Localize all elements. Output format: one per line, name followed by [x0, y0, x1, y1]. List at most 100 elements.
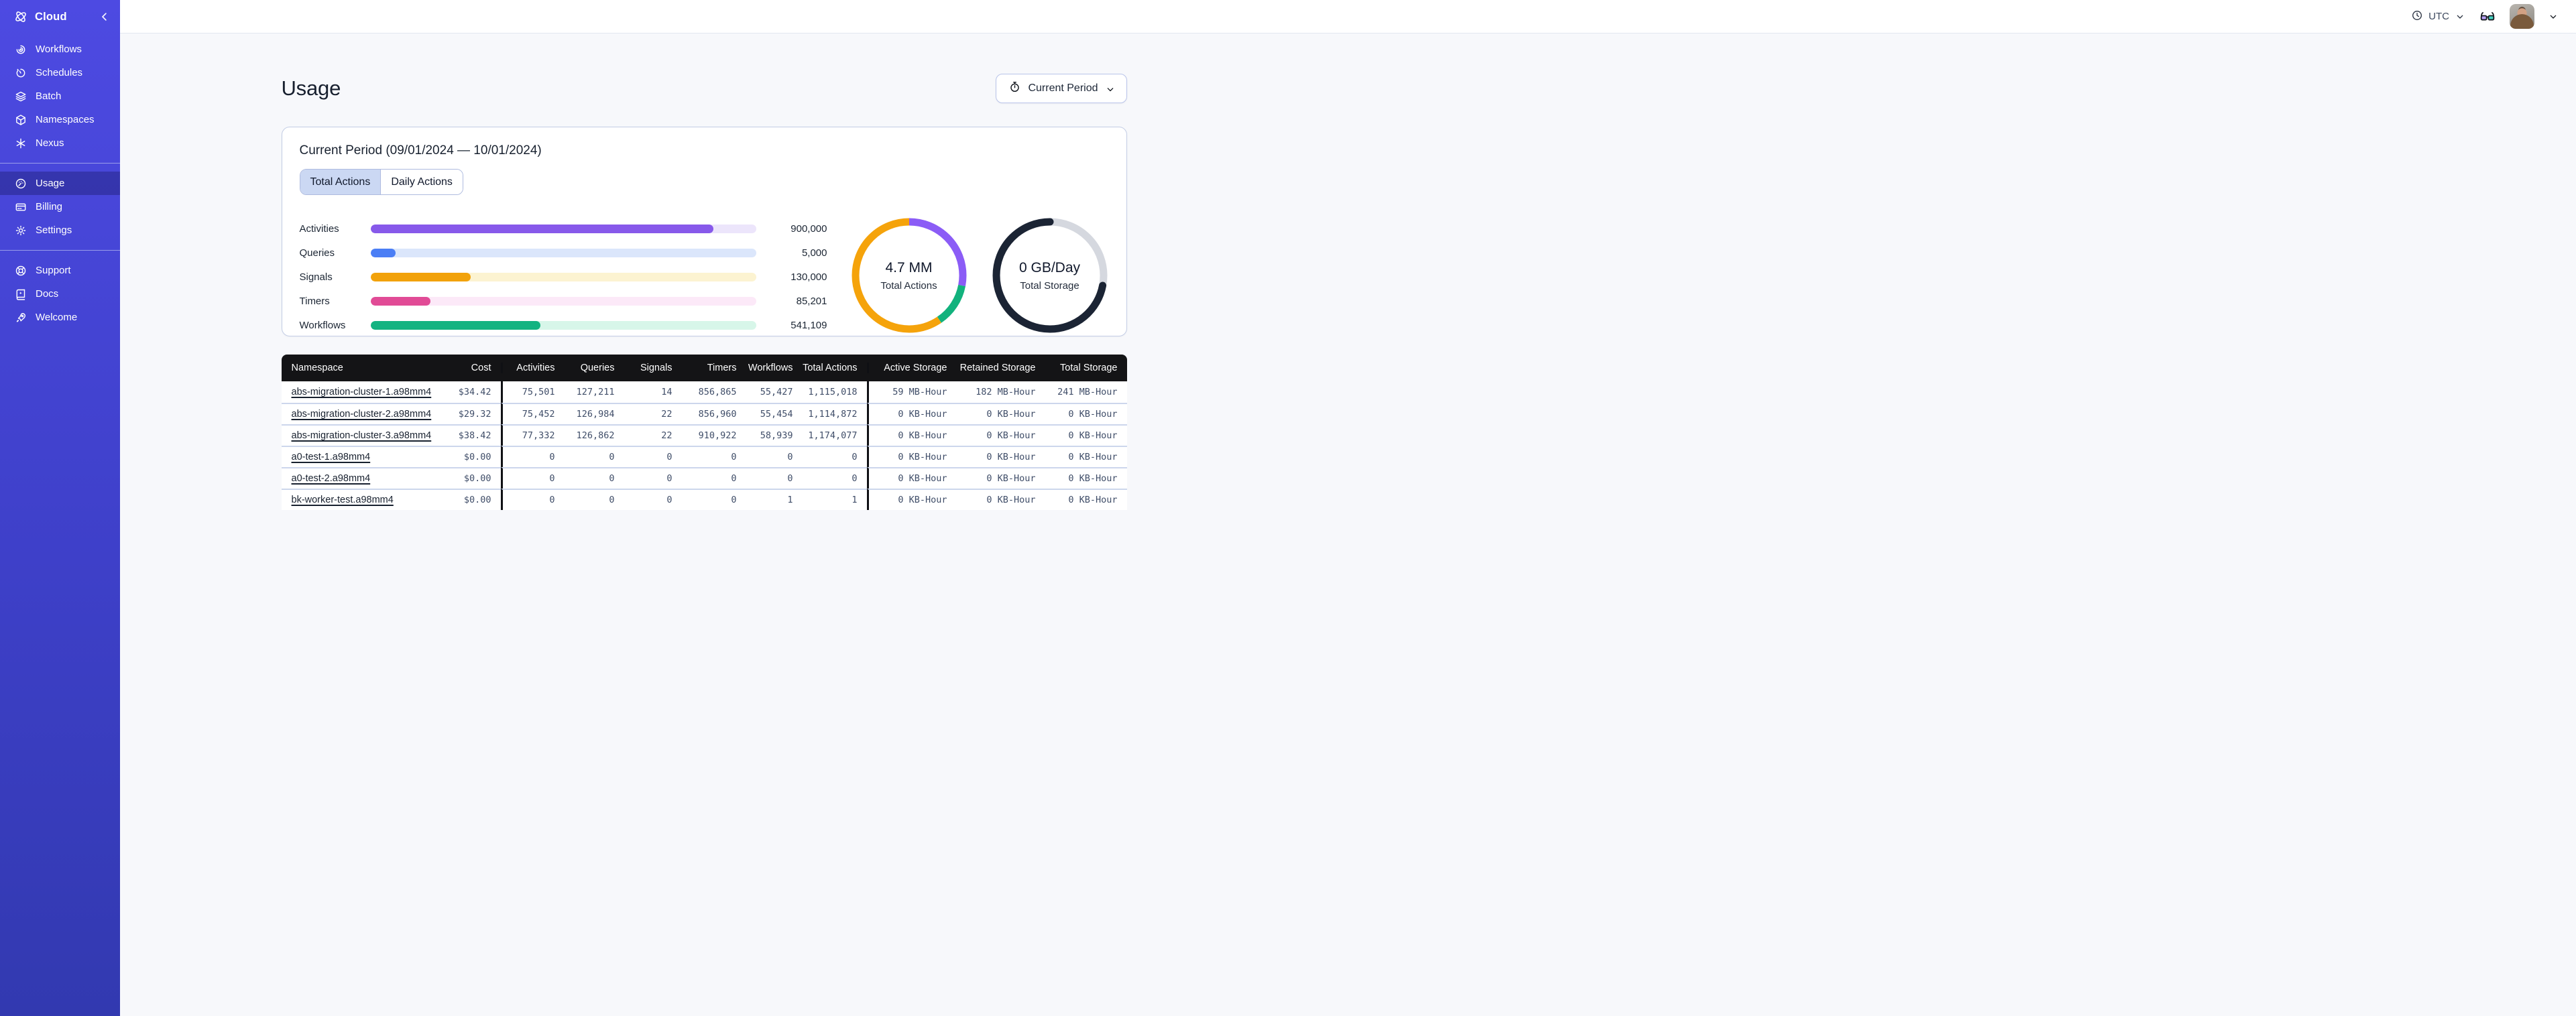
period-button-label: Current Period — [1028, 82, 1098, 94]
donut-title: 4.7 MM — [885, 259, 933, 275]
sidebar-item-label: Workflows — [36, 44, 82, 55]
table-cell: 0 KB-Hour — [1045, 489, 1127, 510]
tab-total-actions[interactable]: Total Actions — [300, 170, 382, 194]
welcome-icon — [14, 311, 27, 324]
table-cell: 0 — [500, 467, 565, 489]
namespace-link[interactable]: abs-migration-cluster-1.a98mm4 — [292, 387, 432, 397]
table-cell: 58,939 — [746, 424, 803, 446]
donut-title: 0 GB/Day — [1018, 259, 1081, 275]
namespace-link[interactable]: abs-migration-cluster-2.a98mm4 — [292, 409, 432, 420]
sidebar-item-batch[interactable]: Batch — [0, 84, 120, 108]
bar-track — [370, 297, 756, 306]
namespace-cell: abs-migration-cluster-3.a98mm4 — [281, 424, 449, 446]
table-cell: 0 KB-Hour — [956, 467, 1045, 489]
page-title: Usage — [281, 76, 341, 100]
column-header-timers: Timers — [707, 363, 737, 373]
sidebar-item-namespaces[interactable]: Namespaces — [0, 108, 120, 131]
table-row: a0-test-2.a98mm4 $0.00 0 0 0 0 0 0 0 KB-Hour 0 KB… — [281, 467, 1127, 489]
sidebar-item-billing[interactable]: Billing — [0, 195, 120, 218]
table-row: a0-test-1.a98mm4 $0.00 0 0 0 0 0 0 0 KB-Hour 0 KB… — [281, 446, 1127, 467]
user-avatar[interactable] — [2510, 4, 2534, 29]
namespaces-icon — [14, 113, 27, 127]
table-row: abs-migration-cluster-2.a98mm4 $29.32 75,4… — [281, 403, 1127, 424]
namespace-link[interactable]: a0-test-1.a98mm4 — [292, 452, 371, 462]
table-cell: 0 — [564, 467, 624, 489]
sidebar-item-settings[interactable]: Settings — [0, 218, 120, 242]
table-cell: 0 KB-Hour — [1045, 403, 1127, 424]
table-cell: 126,984 — [564, 403, 624, 424]
usage-icon — [14, 177, 27, 190]
bar-label: Signals — [299, 271, 333, 283]
namespace-link[interactable]: bk-worker-test.a98mm4 — [292, 495, 394, 505]
sidebar-item-label: Support — [36, 265, 71, 276]
table-row: abs-migration-cluster-1.a98mm4 $34.42 75,5… — [281, 381, 1127, 403]
bar-fill — [370, 249, 396, 257]
bar-fill — [370, 273, 471, 281]
table-cell: 1,114,872 — [802, 403, 867, 424]
sidebar-item-support[interactable]: Support — [0, 259, 120, 282]
timezone-selector[interactable]: UTC — [2411, 9, 2465, 24]
sidebar-item-label: Nexus — [36, 137, 64, 149]
sidebar-item-label: Docs — [36, 288, 59, 300]
namespace-link[interactable]: abs-migration-cluster-3.a98mm4 — [292, 430, 432, 441]
table-cell: 1 — [746, 489, 803, 510]
settings-icon — [14, 224, 27, 237]
nexus-icon — [14, 137, 27, 150]
schedules-icon — [14, 66, 27, 80]
bar-row-signals: Signals 130,000 — [300, 271, 827, 283]
tab-daily-actions[interactable]: Daily Actions — [381, 170, 463, 194]
bar-label: Queries — [299, 247, 335, 259]
sidebar-item-nexus[interactable]: Nexus — [0, 131, 120, 155]
column-header-cost: Cost — [471, 363, 491, 373]
temporal-logo-icon — [13, 9, 28, 24]
column-header-active-storage: Active Storage — [866, 363, 957, 373]
sidebar-item-usage[interactable]: Usage — [0, 172, 120, 195]
docs-icon — [14, 288, 27, 301]
table-cell: $0.00 — [449, 489, 501, 510]
table-cell: 0 — [624, 489, 682, 510]
table-cell: 0 — [802, 446, 867, 467]
sidebar-header: Cloud — [0, 0, 120, 34]
clock-icon — [2411, 9, 2423, 24]
glasses-icon[interactable] — [2479, 8, 2496, 25]
total-actions-donut: 4.7 MM Total Actions — [850, 216, 968, 334]
sidebar-item-docs[interactable]: Docs — [0, 282, 120, 306]
namespace-link[interactable]: a0-test-2.a98mm4 — [292, 473, 371, 484]
column-header-total-actions: Total Actions — [803, 363, 858, 373]
table-cell: $34.42 — [458, 387, 491, 397]
user-menu-chevron-icon[interactable] — [2548, 11, 2559, 22]
bar-fill — [370, 321, 540, 330]
actions-tab-group: Total Actions Daily Actions — [299, 169, 463, 195]
column-header-workflows: Workflows — [748, 363, 793, 373]
sidebar-item-schedules[interactable]: Schedules — [0, 61, 120, 84]
table-row: bk-worker-test.a98mm4 $0.00 0 0 0 0 1 1 0 KB-Hou… — [281, 489, 1127, 510]
bar-value: 541,109 — [791, 320, 827, 331]
bar-value: 130,000 — [791, 271, 827, 283]
bar-value: 900,000 — [791, 223, 827, 235]
bar-row-timers: Timers 85,201 — [300, 296, 827, 307]
table-cell: 0 — [500, 446, 565, 467]
table-cell: 856,960 — [681, 403, 746, 424]
collapse-sidebar-icon[interactable] — [99, 11, 111, 23]
sidebar-item-label: Batch — [36, 90, 62, 102]
table-cell: 0 — [681, 489, 746, 510]
namespace-cell: abs-migration-cluster-1.a98mm4 — [282, 381, 449, 403]
chevron-down-icon — [1105, 83, 1116, 94]
period-selector-button[interactable]: Current Period — [996, 74, 1127, 103]
table-cell: 0 — [624, 446, 682, 467]
bar-row-queries: Queries 5,000 — [300, 247, 827, 259]
table-cell: 75,501 — [500, 381, 565, 403]
table-cell: 0 KB-Hour — [866, 467, 957, 489]
table-cell: 1 — [802, 489, 867, 510]
table-cell: 55,427 — [760, 387, 793, 397]
bar-track — [370, 225, 756, 233]
bar-row-activities: Activities 900,000 — [300, 223, 827, 235]
table-cell: 0 — [802, 467, 867, 489]
sidebar-item-workflows[interactable]: Workflows — [0, 38, 120, 61]
bar-label: Timers — [299, 296, 330, 307]
sidebar-item-welcome[interactable]: Welcome — [0, 306, 120, 329]
sidebar-title: Cloud — [35, 10, 67, 23]
sidebar-divider — [0, 163, 120, 164]
table-cell: 14 — [661, 387, 672, 397]
table-cell: 1,174,077 — [802, 424, 867, 446]
